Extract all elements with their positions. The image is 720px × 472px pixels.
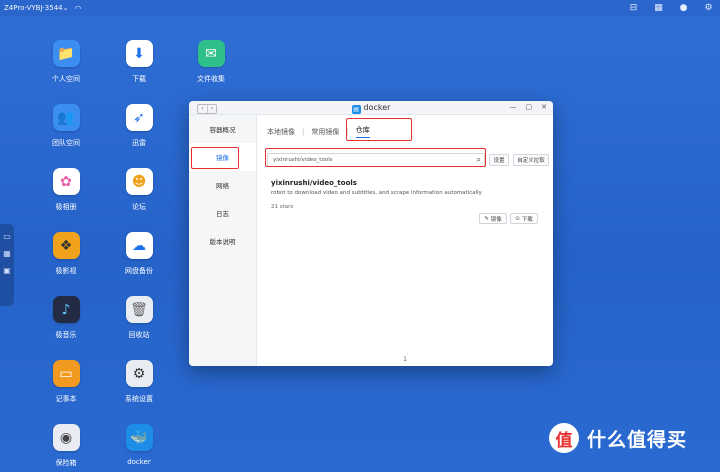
desktop-icon-cloud-backup[interactable]: ☁ 网盘备份 [111,232,167,276]
sidebar-item-overview[interactable]: 容器概况 [189,115,256,143]
folder-icon: 📁 [52,40,80,67]
desktop-icon-trash[interactable]: 🗑 回收站 [111,296,167,340]
download-icon: ⊙ [515,215,520,222]
collect-icon: ✉ [197,40,225,67]
cloud-backup-icon: ☁ [125,232,153,259]
download-button[interactable]: ⊙ 下载 [510,213,538,224]
music-icon: ♪ [52,296,80,323]
pin-icon[interactable]: ⊟ [628,2,639,13]
tab-separator: | [302,127,305,136]
desktop-icon-thunder[interactable]: ➶ 迅雷 [111,104,167,148]
photos-icon: ✿ [52,168,80,195]
tab-common-images[interactable]: 常用镜像 [311,127,339,137]
settings-button[interactable]: 设置 [489,154,509,166]
desktop-icon-team-space[interactable]: 👥 团队空间 [38,104,94,148]
watermark: 值 什么值得买 [549,423,687,453]
settings-icon[interactable]: ⚙ [703,2,714,13]
docker-window: ‹ › ▤ docker — ▢ ✕ 容器概况 镜像 网络 日志 版本说明 本地镜… [189,101,553,366]
trash-icon: 🗑 [125,296,153,323]
desktop-icon-safe[interactable]: ◉ 保险箱 [38,424,94,468]
pagination: 1 [257,356,553,363]
docker-icon: 🐳 [125,424,153,451]
sidebar-item-logs[interactable]: 日志 [189,199,256,227]
search-icon[interactable]: ⌕ [477,154,481,166]
mirror-icon: ✎ [484,215,489,222]
image-stars: 21 stars [271,204,294,210]
search-input[interactable]: yixinrushi/video_tools ⌕ [267,153,485,167]
window-titlebar[interactable]: ‹ › ▤ docker — ▢ ✕ [189,101,553,115]
left-dock: ▭ ▦ ▣ [0,224,14,306]
safe-icon: ◉ [52,424,80,451]
close-icon[interactable]: ✕ [541,103,547,111]
image-description: robot to download video and subtitles, a… [271,190,482,196]
desktop-icon-notepad[interactable]: ▭ 记事本 [38,360,94,404]
thunder-icon: ➶ [125,104,153,131]
tab-repository[interactable]: 仓库 [355,125,370,138]
desktop-icon-file-collect[interactable]: ✉ 文件收集 [183,40,239,84]
hostname-dropdown-icon[interactable]: ⌄ [63,4,69,12]
desktop-icon-photos[interactable]: ✿ 极相册 [38,168,94,212]
desktop-icon-download[interactable]: ⬇ 下载 [111,40,167,84]
system-settings-icon: ⚙ [125,360,153,387]
docker-logo-icon: ▤ [351,105,361,114]
maximize-icon[interactable]: ▢ [526,103,533,111]
hostname-label[interactable]: Z4Pro-VYBJ-3544 [4,4,63,12]
sidebar-item-release-notes[interactable]: 版本说明 [189,227,256,255]
custom-pull-button[interactable]: 自定义拉取 [513,154,549,166]
download-icon: ⬇ [125,40,153,67]
forum-icon: ☻ [125,168,153,195]
page-number[interactable]: 1 [403,356,407,363]
image-name[interactable]: yixinrushi/video_tools [271,179,541,187]
video-icon: ❖ [52,232,80,259]
window-title: ▤ docker [351,103,391,114]
sidebar-item-network[interactable]: 网络 [189,171,256,199]
tab-bar: 本地镜像 | 常用镜像 | 仓库 [267,125,370,138]
sidebar-item-images[interactable]: 镜像 [189,143,256,171]
watermark-logo: 值 [549,423,579,453]
desktop-icon-music[interactable]: ♪ 极音乐 [38,296,94,340]
dock-apps-icon[interactable]: ▦ [3,249,11,258]
list-item: yixinrushi/video_tools robot to download… [271,179,541,210]
desktop-icon-system-settings[interactable]: ⚙ 系统设置 [111,360,167,404]
watermark-text: 什么值得买 [587,428,688,451]
grid-icon[interactable]: ▦ [653,2,664,13]
search-value: yixinrushi/video_tools [273,157,333,163]
desktop-icon-personal-space[interactable]: 📁 个人空间 [38,40,94,84]
top-bar: Z4Pro-VYBJ-3544 ⌄ ◠ ⊟ ▦ ● ⚙ [0,0,720,16]
tab-separator: | [346,127,349,136]
window-content: 本地镜像 | 常用镜像 | 仓库 yixinrushi/video_tools … [257,115,553,366]
tab-local-images[interactable]: 本地镜像 [267,127,295,137]
dock-docker-icon[interactable]: ▣ [3,266,11,275]
minimize-icon[interactable]: — [510,103,517,111]
user-icon[interactable]: ● [678,2,689,13]
dock-drive-icon[interactable]: ▭ [3,232,11,241]
desktop-icon-video[interactable]: ❖ 极影视 [38,232,94,276]
mirror-button[interactable]: ✎ 镜像 [479,213,507,224]
notepad-icon: ▭ [52,360,80,387]
desktop-icon-forum[interactable]: ☻ 论坛 [111,168,167,212]
team-folder-icon: 👥 [52,104,80,131]
wifi-icon: ◠ [74,3,82,13]
window-sidebar: 容器概况 镜像 网络 日志 版本说明 [189,115,257,366]
desktop-icon-docker[interactable]: 🐳 docker [111,424,167,466]
